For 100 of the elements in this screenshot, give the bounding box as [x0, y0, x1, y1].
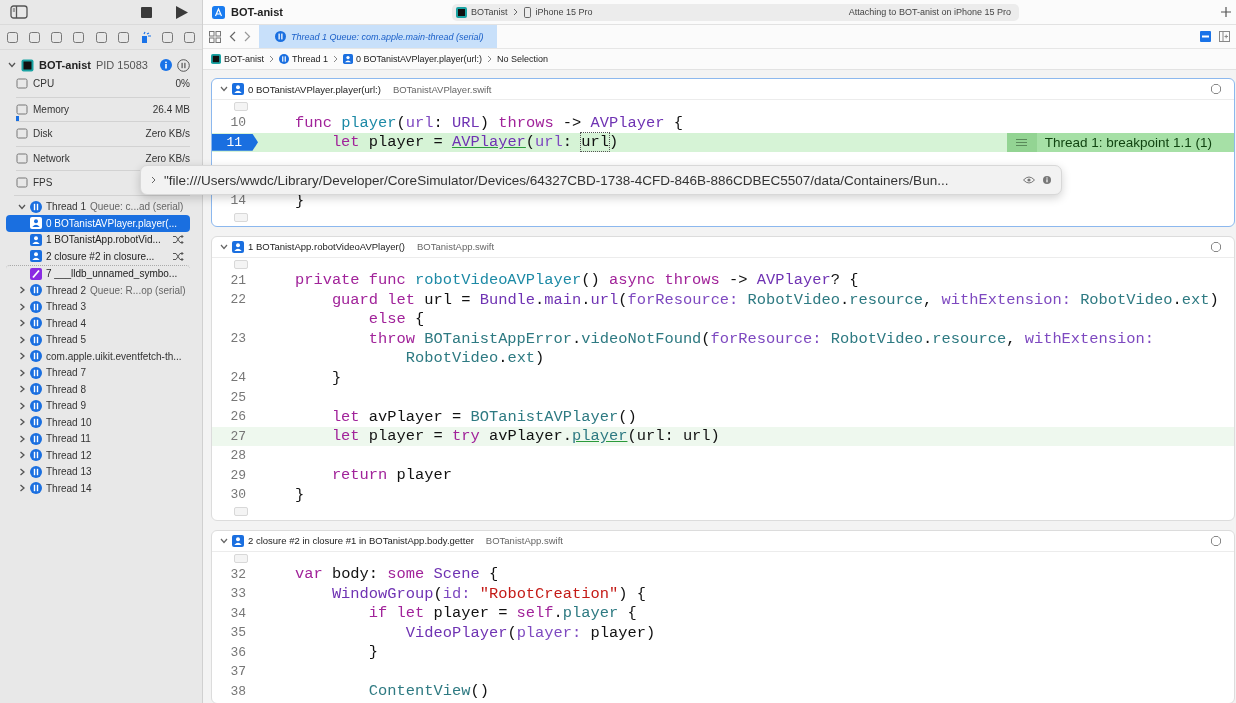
sidebar-toggle-icon[interactable]: [10, 5, 28, 19]
chevron-right-icon[interactable]: [18, 335, 26, 344]
process-name: BOT-anist: [39, 59, 91, 71]
fold-marker[interactable]: [234, 102, 248, 111]
chevron-right-icon[interactable]: [18, 418, 26, 427]
jump-bar-item[interactable]: No Selection: [496, 54, 548, 64]
thread-label[interactable]: Thread 11: [46, 433, 91, 445]
info-icon[interactable]: [160, 59, 172, 71]
thread-icon: [30, 465, 42, 478]
stack-frame-row[interactable]: 1 BOTanistApp.robotVid...: [6, 231, 190, 248]
thread-label[interactable]: Thread 1: [46, 201, 87, 213]
device-selector[interactable]: iPhone 15 Pro: [524, 6, 593, 18]
chevron-right-icon: [269, 55, 274, 63]
thread-label[interactable]: Thread 9: [46, 400, 87, 412]
thread-label[interactable]: Thread 14: [46, 482, 92, 494]
grid-icon[interactable]: [209, 30, 221, 43]
navigator-tab-icon[interactable]: [116, 30, 130, 44]
fold-marker[interactable]: [234, 212, 248, 222]
back-icon[interactable]: [229, 31, 236, 42]
stack-frame-row[interactable]: 7 ___lldb_unnamed_symbo...: [6, 264, 190, 282]
stack-frame-row[interactable]: 0 BOTanistAVPlayer.player(...: [6, 215, 190, 232]
add-editor-icon[interactable]: [1219, 31, 1230, 42]
chevron-right-icon[interactable]: [18, 302, 26, 311]
chevron-right-icon[interactable]: [18, 385, 26, 394]
navigator-tab-icon[interactable]: [72, 30, 86, 44]
info-icon[interactable]: [1043, 176, 1051, 184]
chevron-right-icon[interactable]: [18, 451, 26, 460]
chevron-down-icon[interactable]: [18, 202, 26, 211]
gauge-label[interactable]: Memory: [33, 103, 70, 115]
editor-tab[interactable]: Thread 1 Queue: com.apple.main-thread (serial): [259, 25, 497, 48]
file-name: BOTanistApp.swift: [417, 241, 495, 252]
add-icon[interactable]: [1221, 7, 1231, 17]
window-title: BOT-anist: [231, 6, 283, 18]
code-line: }: [294, 485, 305, 504]
jump-bar-item[interactable]: 0 BOTanistAVPlayer.player(url:): [343, 54, 482, 64]
chevron-right-icon[interactable]: [18, 401, 26, 410]
minimap-icon[interactable]: [1200, 31, 1211, 42]
breakpoint-annotation[interactable]: Thread 1: breakpoint 1.1 (1): [1006, 132, 1234, 152]
frame-label: 0 BOTanistAVPlayer.player(...: [46, 217, 177, 229]
stop-icon[interactable]: [141, 6, 152, 18]
gauge-label[interactable]: FPS: [33, 177, 53, 188]
chevron-down-icon[interactable]: [220, 243, 228, 250]
chevron-right-icon[interactable]: [18, 467, 26, 476]
chevron-right-icon[interactable]: [18, 368, 26, 377]
thread-icon: [30, 482, 42, 495]
gauge-icon: [16, 103, 28, 115]
code-line: let player = try avPlayer.player(url: url): [330, 427, 720, 446]
chevron-right-icon[interactable]: [18, 286, 26, 295]
expand-icon[interactable]: [1210, 240, 1222, 253]
code-line: return player: [330, 466, 452, 485]
thread-label[interactable]: Thread 2: [46, 284, 87, 296]
thread-label[interactable]: com.apple.uikit.eventfetch-th...: [46, 350, 182, 362]
chevron-right-icon[interactable]: [18, 319, 26, 328]
chevron-down-icon[interactable]: [8, 62, 16, 68]
navigator-tab-icon[interactable]: [160, 30, 174, 44]
jump-bar-item[interactable]: Thread 1: [279, 54, 329, 64]
navigator-tab-icon[interactable]: [183, 30, 196, 44]
thread-label[interactable]: Thread 7: [46, 367, 87, 379]
navigator-tab-icon[interactable]: [28, 30, 42, 44]
forward-icon[interactable]: [244, 31, 251, 42]
thread-icon: [275, 31, 286, 42]
thread-label[interactable]: Thread 5: [46, 334, 87, 346]
fold-marker[interactable]: [234, 506, 248, 516]
process-id: PID 15083: [95, 59, 148, 71]
chevron-right-icon[interactable]: [18, 484, 26, 493]
chevron-down-icon[interactable]: [220, 86, 228, 92]
thread-label[interactable]: Thread 8: [46, 383, 87, 395]
navigator-tab-icon[interactable]: [6, 30, 19, 44]
navigator-tab-icon[interactable]: [94, 30, 108, 44]
chevron-right-icon[interactable]: [18, 352, 26, 361]
chevron-right-icon[interactable]: [18, 434, 26, 443]
gauge-icon: [16, 152, 28, 164]
thread-label[interactable]: Thread 12: [46, 449, 92, 461]
expand-icon[interactable]: [1210, 83, 1222, 95]
code-line: }: [368, 643, 379, 662]
gauge-label[interactable]: CPU: [33, 78, 55, 89]
thread-label[interactable]: Thread 4: [46, 317, 87, 329]
run-icon[interactable]: [176, 5, 188, 19]
navigator-tab-icon[interactable]: [50, 30, 64, 44]
pause-icon[interactable]: [177, 58, 190, 72]
chevron-right-icon[interactable]: [151, 176, 156, 184]
scheme-selector[interactable]: BOTanist: [455, 6, 508, 18]
fold-marker[interactable]: [234, 553, 248, 563]
code-line: VideoPlayer(player: player): [404, 623, 656, 642]
breakpoint-marker[interactable]: 11: [212, 133, 258, 151]
code-line: func player(url: URL) throws -> AVPlayer {: [293, 113, 683, 132]
gauge-label[interactable]: Disk: [33, 128, 53, 139]
chevron-down-icon[interactable]: [220, 537, 228, 544]
app-icon: [455, 6, 467, 18]
fold-marker[interactable]: [234, 259, 248, 269]
thread-label[interactable]: Thread 13: [46, 466, 92, 478]
gauge-label[interactable]: Network: [33, 152, 70, 164]
jump-bar-item[interactable]: BOT-anist: [211, 54, 264, 64]
person-icon: [30, 217, 42, 230]
line-number: 27: [230, 428, 247, 444]
eye-icon[interactable]: [1023, 176, 1035, 184]
thread-label[interactable]: Thread 3: [46, 301, 87, 313]
stack-frame-row[interactable]: 2 closure #2 in closure...: [6, 248, 190, 265]
expand-icon[interactable]: [1210, 534, 1222, 547]
thread-label[interactable]: Thread 10: [46, 416, 92, 428]
